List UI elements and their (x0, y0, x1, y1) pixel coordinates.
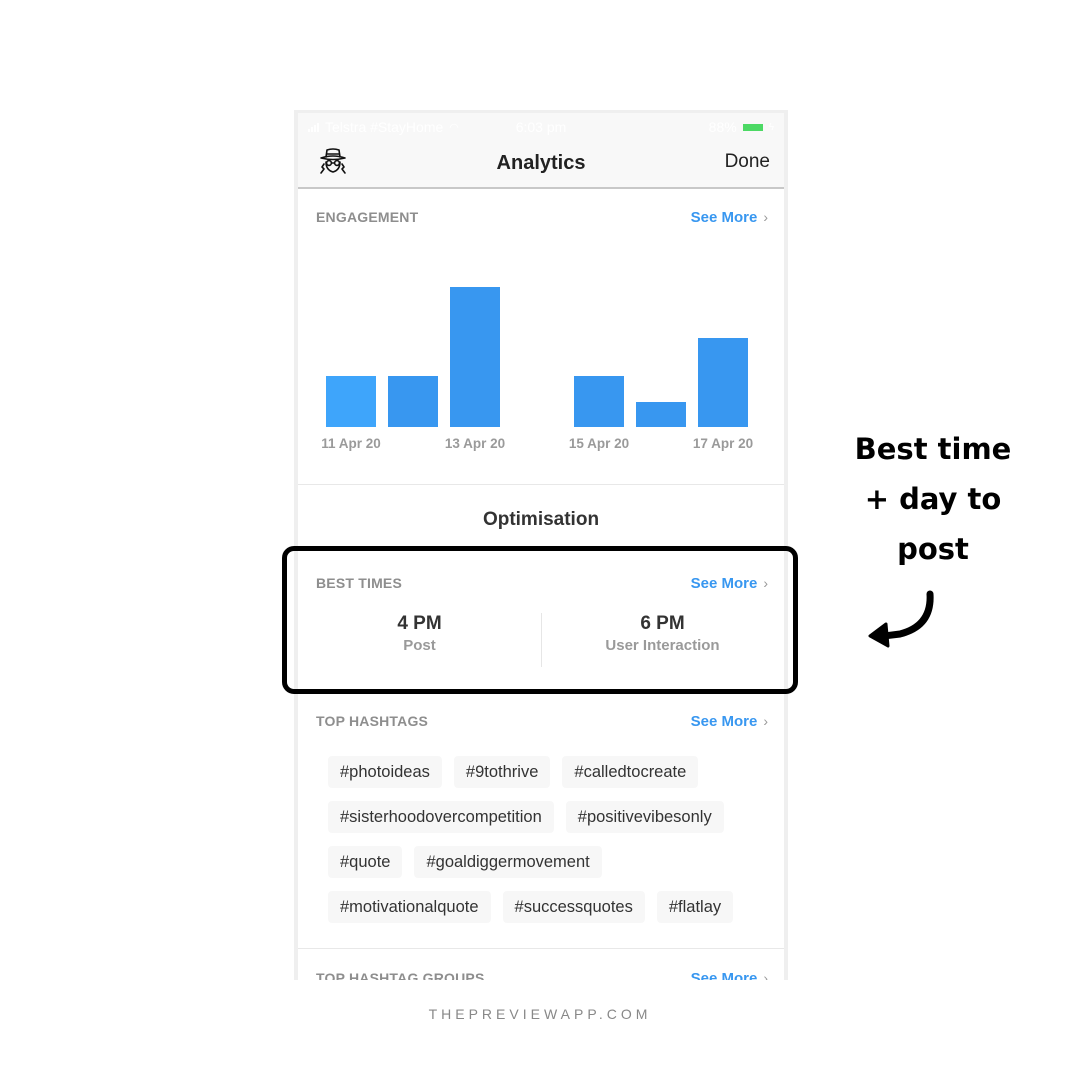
hashtag-chip[interactable]: #goaldiggermovement (414, 846, 602, 878)
bar-11-apr-20[interactable] (326, 376, 376, 427)
hashtag-chip[interactable]: #calledtocreate (562, 756, 699, 788)
optimisation-title: Optimisation (482, 509, 600, 530)
annotation-line: + day to (864, 482, 1002, 516)
top-hashtag-groups-title: TOP HASHTAG GROUPS (316, 970, 485, 980)
charging-icon: ϟ (768, 121, 774, 133)
footer-website: THEPREVIEWAPP.COM (428, 1006, 652, 1022)
section-divider (298, 948, 784, 949)
see-more-label: See More (690, 208, 758, 226)
bar-17-apr-20[interactable] (698, 338, 748, 427)
annotation-line: Best time (854, 432, 1012, 466)
x-tick-label: 17 Apr 20 (692, 436, 754, 451)
hashtag-chip[interactable]: #9tothrive (453, 756, 551, 788)
battery-icon (742, 123, 763, 131)
x-tick-label: 15 Apr 20 (568, 436, 630, 451)
chevron-right-icon: › (763, 713, 768, 729)
x-tick-label: 11 Apr 20 (321, 436, 381, 451)
hashtag-chip[interactable]: #flatlay (656, 891, 734, 923)
chevron-right-icon: › (763, 970, 768, 980)
hashtag-chip[interactable]: #successquotes (502, 891, 645, 923)
phone-frame: Telstra #StayHome ◠ 6:03 pm 88% ϟ Analyt… (294, 110, 788, 980)
battery-percent: 88% (708, 119, 737, 135)
top-hashtag-groups-see-more-button[interactable]: See More › (691, 970, 768, 981)
top-hashtags-see-more-button[interactable]: See More › (691, 713, 768, 730)
annotation-text: Best time + day to post (838, 424, 1028, 574)
nav-bar: Analytics Done (298, 141, 784, 189)
done-button[interactable]: Done (725, 151, 770, 173)
section-divider (298, 484, 784, 485)
hashtag-chip[interactable]: #sisterhoodovercompetition (328, 801, 554, 833)
highlight-box (282, 546, 798, 694)
see-more-label: See More (690, 712, 758, 730)
page-title: Analytics (496, 152, 586, 174)
engagement-see-more-button[interactable]: See More › (691, 209, 768, 226)
hashtag-chip[interactable]: #motivationalquote (328, 891, 491, 923)
bar-12-apr-20[interactable] (388, 376, 438, 427)
bar-13-apr-20[interactable] (450, 287, 500, 427)
status-bar: Telstra #StayHome ◠ 6:03 pm 88% ϟ (298, 113, 784, 141)
hashtag-chip[interactable]: #quote (328, 846, 403, 878)
annotation-line: post (897, 532, 969, 566)
top-hashtags-header: TOP HASHTAGS See More › (316, 711, 768, 731)
bar-16-apr-20[interactable] (636, 402, 686, 427)
bar-15-apr-20[interactable] (574, 376, 624, 427)
x-tick-label: 13 Apr 20 (444, 436, 506, 451)
hashtag-chip[interactable]: #photoideas (328, 756, 442, 788)
engagement-title: ENGAGEMENT (316, 209, 419, 225)
hashtag-list: #photoideas #9tothrive #calledtocreate #sis… (328, 756, 764, 923)
chevron-right-icon: › (763, 209, 768, 225)
curved-arrow-left-icon (868, 590, 934, 648)
top-hashtags-title: TOP HASHTAGS (316, 713, 429, 729)
top-hashtag-groups-header: TOP HASHTAG GROUPS See More › (316, 968, 768, 981)
see-more-label: See More (690, 969, 758, 981)
engagement-bar-chart: 11 Apr 20 13 Apr 20 15 Apr 20 17 Apr 20 (298, 233, 784, 473)
hashtag-chip[interactable]: #positivevibesonly (565, 801, 724, 833)
engagement-header: ENGAGEMENT See More › (316, 207, 768, 227)
